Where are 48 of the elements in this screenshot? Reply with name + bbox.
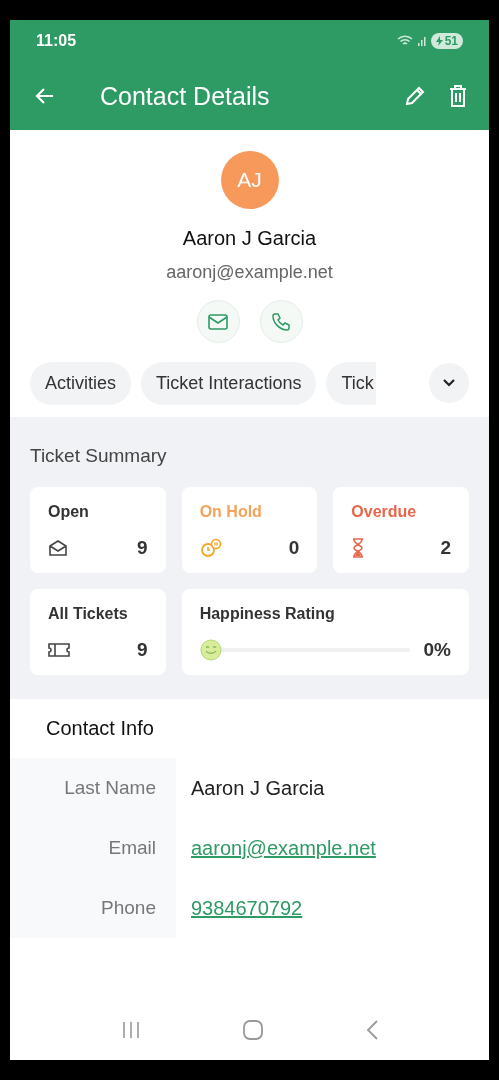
stat-label: Overdue: [351, 503, 418, 521]
stat-label: Happiness Rating: [199, 605, 336, 623]
stat-card[interactable]: Overdue 2: [333, 487, 469, 573]
stat-card[interactable]: On Hold 0: [181, 487, 318, 573]
field-value: Aaron J Garcia: [191, 776, 325, 800]
contact-email: aaronj@example.net: [166, 262, 333, 283]
mail-icon: [208, 313, 228, 330]
back-icon[interactable]: [364, 1019, 379, 1041]
battery-indicator: 51: [430, 33, 463, 49]
ticket-icon: [48, 642, 70, 658]
clock-pause-icon: [199, 538, 222, 558]
tab[interactable]: Tick: [326, 361, 376, 405]
status-time: 11:05: [36, 32, 77, 50]
avatar: AJ: [220, 151, 279, 209]
stat-count: 9: [137, 639, 148, 661]
field-label: Email: [108, 837, 156, 859]
section-title: Contact Info: [45, 717, 155, 740]
field-link[interactable]: 9384670792: [191, 896, 303, 920]
home-icon[interactable]: [241, 1019, 264, 1041]
signal-icon: [416, 36, 427, 46]
tab[interactable]: Ticket Interactions: [141, 361, 317, 405]
recent-apps-icon[interactable]: [120, 1021, 141, 1039]
phone-icon: [271, 311, 291, 332]
stat-count: 0: [288, 537, 300, 559]
field-link[interactable]: aaronj@example.net: [191, 836, 376, 860]
hourglass-icon: [351, 538, 366, 558]
stat-label: Open: [48, 503, 90, 521]
screen-title: Contact Details: [100, 81, 271, 111]
call-button[interactable]: [259, 300, 303, 343]
stat-label: All Tickets: [48, 605, 129, 623]
field-label: Last Name: [64, 777, 156, 799]
field-label: Phone: [101, 897, 156, 919]
stat-count: 9: [137, 537, 148, 559]
contact-name: Aaron J Garcia: [182, 227, 317, 250]
stat-card[interactable]: Open 9: [30, 487, 166, 573]
tab[interactable]: Activities: [30, 361, 131, 405]
edit-icon[interactable]: [403, 84, 427, 108]
email-button[interactable]: [196, 300, 240, 343]
stat-label: On Hold: [199, 503, 263, 521]
trash-icon[interactable]: [447, 84, 469, 108]
rating-value: 0%: [423, 639, 451, 661]
stat-count: 2: [440, 537, 451, 559]
stat-card[interactable]: All Tickets 9: [30, 589, 166, 675]
open-envelope-icon: [48, 539, 68, 557]
chevron-down-icon: [443, 379, 455, 387]
expand-tabs-button[interactable]: [429, 363, 469, 403]
wifi-icon: [396, 35, 413, 47]
section-title: Ticket Summary: [30, 445, 168, 467]
